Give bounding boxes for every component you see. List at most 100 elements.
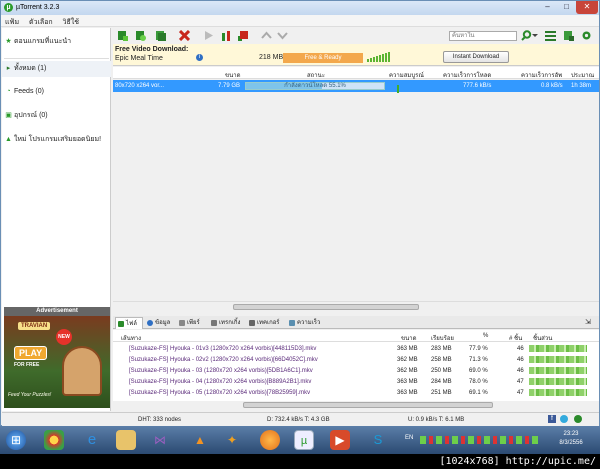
app-orb-icon[interactable] (260, 430, 280, 450)
remove-icon[interactable] (179, 30, 190, 41)
toolbar (113, 28, 599, 43)
file-pieces: 47 (517, 390, 524, 396)
files-header: เส้นทาง ขนาด เรียบร้อย % # ชิ้น ชิ้นส่วน (113, 330, 599, 342)
scrollbar-thumb[interactable] (243, 402, 493, 408)
start-icon[interactable] (203, 30, 214, 41)
vlc-icon[interactable]: ▲ (190, 430, 210, 450)
media-player-icon[interactable]: ▶ (330, 430, 350, 450)
chrome-icon[interactable] (44, 430, 64, 450)
column-header[interactable]: ประมาณ (571, 70, 594, 80)
column-header[interactable]: เส้นทาง (121, 333, 141, 343)
visual-studio-icon[interactable]: ⋈ (150, 430, 170, 450)
file-percent: 78.0 % (469, 379, 488, 385)
clock-time: 23:23 (563, 431, 579, 437)
add-torrent-icon[interactable] (117, 30, 128, 41)
file-done: 284 MB (431, 379, 452, 385)
column-header[interactable]: % (483, 333, 488, 339)
file-done: 258 MB (431, 357, 452, 363)
tab-label: เทรกเกิ้ง (219, 320, 241, 326)
down-icon[interactable] (277, 30, 288, 41)
file-percent: 71.3 % (469, 357, 488, 363)
file-row[interactable]: [Suzukaze-FS] Hyouka - 04 (1280x720 x264… (113, 376, 599, 387)
search-icon[interactable] (521, 30, 532, 41)
column-header[interactable]: ขนาด (401, 333, 416, 343)
tab-ratings[interactable]: เทรกเกิ้ง (209, 317, 245, 329)
twitter-icon[interactable] (560, 415, 568, 423)
collapse-panel-icon[interactable]: ⇲ (585, 318, 591, 326)
pinned-app-icon[interactable]: ✦ (222, 430, 242, 450)
column-header[interactable]: # ชิ้น (509, 333, 522, 343)
torrent-list-header: ขนาด สถานะ ความสมบูรณ์ ความเร็วการโหลด ค… (113, 67, 599, 79)
featured-download-bar: Free Video Download: Epic Meal Time i 21… (113, 44, 599, 66)
stop-icon[interactable] (237, 30, 248, 41)
column-header[interactable]: สถานะ (307, 70, 325, 80)
facebook-icon[interactable]: f (548, 415, 556, 423)
utorrent-taskbar-icon[interactable]: µ (294, 430, 314, 450)
minimize-button[interactable]: – (538, 1, 557, 14)
file-row[interactable]: [Suzukaze-FS] Hyouka - 02v2 (1280x720 x2… (113, 354, 599, 365)
torrent-upload-speed: 0.8 kB/s (541, 83, 563, 89)
pieces-bar (529, 356, 587, 363)
column-header[interactable]: ความเร็วการโหลด (443, 70, 491, 80)
promo-status: Free & Ready (283, 53, 363, 63)
ad-free-text: FOR FREE (14, 362, 40, 368)
upload-status[interactable]: U: 0.9 kB/s T: 6.1 MB (408, 417, 464, 423)
file-name: [Suzukaze-FS] Hyouka - 04 (1280x720 x264… (129, 379, 312, 385)
up-icon[interactable] (261, 30, 272, 41)
utorrent-window: µ µTorrent 3.2.3 – □ ✕ แฟ้ม ตัวเลือก วิธ… (0, 0, 600, 426)
column-header[interactable]: เรียบร้อย (431, 333, 454, 343)
skype-icon[interactable]: S (368, 430, 388, 450)
file-row[interactable]: [Suzukaze-FS] Hyouka - 01v3 (1280x720 x2… (113, 343, 599, 354)
tab-peers[interactable]: เพียร์ (177, 317, 207, 329)
sidebar-item-apps[interactable]: ▲ ใหม่ โปรแกรมเสริมยอดนิยม! (2, 132, 111, 148)
system-tray-icons[interactable] (420, 436, 538, 444)
sidebar-item-feeds[interactable]: ◔ Feeds (0) (2, 84, 111, 100)
file-name: [Suzukaze-FS] Hyouka - 02v2 (1280x720 x2… (129, 357, 318, 363)
pause-icon[interactable] (221, 30, 232, 41)
status-ok-icon[interactable] (574, 415, 582, 423)
file-row[interactable]: [Suzukaze-FS] Hyouka - 03 (1280x720 x264… (113, 365, 599, 376)
files-scrollbar[interactable] (113, 401, 599, 410)
start-button-icon[interactable]: ⊞ (6, 430, 26, 450)
column-header[interactable]: ความเร็วการอัพ (521, 70, 562, 80)
tab-label: เทคเกอร์ (257, 320, 280, 326)
tab-info[interactable]: ข้อมูล (145, 317, 175, 329)
torrent-row[interactable]: 80x720 x264 vor... 7.79 GB กำลังดาวน์โหล… (113, 80, 599, 93)
maximize-button[interactable]: □ (557, 1, 576, 14)
create-torrent-icon[interactable] (155, 30, 166, 41)
tab-files[interactable]: ไฟล์ (115, 317, 143, 329)
tab-speed[interactable]: ความเร็ว (287, 317, 323, 329)
column-header[interactable]: ชิ้นส่วน (533, 333, 552, 343)
download-status[interactable]: D: 732.4 kB/s T: 4.3 GB (267, 417, 330, 423)
sidebar-item-devices[interactable]: ▣ อุปกรณ์ (0) (2, 108, 111, 124)
tab-trackers[interactable]: เทคเกอร์ (247, 317, 285, 329)
clock[interactable]: 23:23 8/3/2556 (551, 430, 591, 448)
sidebar-item-torrents[interactable]: ▸ ทั้งหมด (1) (2, 61, 111, 77)
file-done: 250 MB (431, 368, 452, 374)
language-indicator[interactable]: EN (405, 435, 413, 441)
gear-icon[interactable] (581, 30, 592, 41)
column-header[interactable]: ขนาด (225, 70, 240, 80)
search-input[interactable] (449, 31, 517, 41)
title-bar: µ µTorrent 3.2.3 – □ ✕ (1, 1, 599, 15)
add-url-icon[interactable] (135, 30, 146, 41)
list-view-icon[interactable] (545, 30, 556, 41)
files-icon (118, 321, 124, 327)
chevron-down-icon[interactable] (532, 30, 538, 41)
remote-icon[interactable] (563, 30, 574, 41)
folder-icon[interactable] (116, 430, 136, 450)
instant-download-button[interactable]: Instant Download (443, 51, 509, 63)
internet-explorer-icon[interactable]: e (82, 430, 102, 450)
file-pieces: 46 (517, 346, 524, 352)
file-row[interactable]: [Suzukaze-FS] Hyouka - 05 (1280x720 x264… (113, 387, 599, 398)
column-header[interactable]: ความสมบูรณ์ (389, 70, 424, 80)
sidebar-item-featured[interactable]: ★ ตอนแกรมที่แนะนำ (2, 34, 111, 50)
advertisement-banner[interactable]: TRAVIAN NEW PLAY FOR FREE Feed Your Puzz… (4, 316, 110, 408)
close-button[interactable]: ✕ (576, 1, 598, 14)
ad-character-image (62, 346, 102, 396)
file-percent: 77.9 % (469, 346, 488, 352)
scrollbar-thumb[interactable] (233, 304, 419, 310)
apps-icon: ▲ (5, 136, 12, 143)
info-icon[interactable]: i (196, 54, 203, 61)
torrent-list-scrollbar[interactable] (113, 301, 599, 311)
